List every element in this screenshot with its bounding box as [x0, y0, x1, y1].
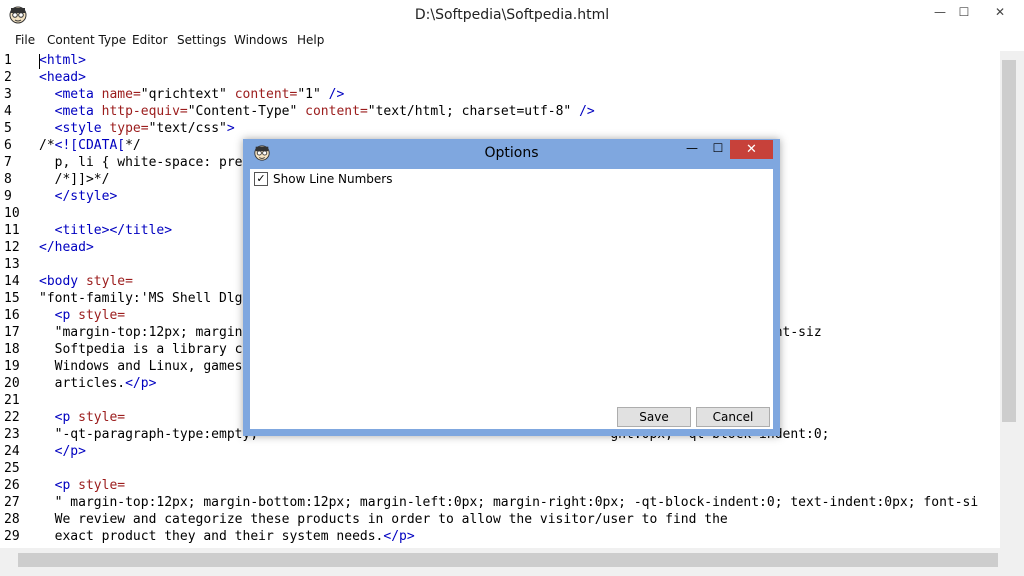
options-dialog: Options — ☐ ✕ ✓ Show Line Numbers Save C… [243, 139, 780, 436]
line-number: 15 [4, 291, 20, 306]
code-line[interactable]: Softpedia is a library c [39, 342, 243, 357]
save-button[interactable]: Save [617, 407, 691, 427]
code-line[interactable]: </p> [39, 444, 86, 459]
code-line[interactable]: <p style= [39, 410, 125, 425]
line-number: 29 [4, 529, 20, 544]
line-number: 25 [4, 461, 20, 476]
code-line[interactable]: <title></title> [39, 223, 172, 238]
code-line[interactable]: <meta http-equiv="Content-Type" content=… [39, 104, 595, 119]
text-caret [39, 54, 40, 69]
show-line-numbers-checkbox[interactable]: ✓ [254, 172, 268, 186]
code-line[interactable]: exact product they and their system need… [39, 529, 415, 544]
line-number: 4 [4, 104, 12, 119]
line-number: 17 [4, 325, 20, 340]
code-line[interactable]: <p style= [39, 478, 125, 493]
line-number: 8 [4, 172, 12, 187]
menu-windows[interactable]: Windows [234, 33, 288, 47]
line-number: 23 [4, 427, 20, 442]
line-number: 22 [4, 410, 20, 425]
horizontal-scroll-thumb[interactable] [18, 553, 998, 567]
line-number: 14 [4, 274, 20, 289]
code-line[interactable]: articles.</p> [39, 376, 157, 391]
line-number: 12 [4, 240, 20, 255]
menu-file[interactable]: File [15, 33, 35, 47]
code-line[interactable]: <meta name="qrichtext" content="1" /> [39, 87, 345, 102]
dialog-close-button[interactable]: ✕ [730, 140, 773, 159]
close-button[interactable]: ✕ [978, 2, 1022, 22]
menu-bar: File Content Type Editor Settings Window… [0, 31, 1024, 52]
code-line[interactable]: </head> [39, 240, 94, 255]
line-number: 5 [4, 121, 12, 136]
line-number: 2 [4, 70, 12, 85]
vertical-scroll-thumb[interactable] [1002, 60, 1016, 422]
cancel-button[interactable]: Cancel [696, 407, 770, 427]
line-number: 9 [4, 189, 12, 204]
line-number: 27 [4, 495, 20, 510]
line-number: 24 [4, 444, 20, 459]
line-number: 26 [4, 478, 20, 493]
code-line[interactable]: <body style= [39, 274, 133, 289]
line-number: 18 [4, 342, 20, 357]
menu-help[interactable]: Help [297, 33, 324, 47]
code-line[interactable]: <p style= [39, 308, 125, 323]
dialog-body: ✓ Show Line Numbers Save Cancel [250, 169, 773, 429]
code-line[interactable]: We review and categorize these products … [39, 512, 728, 527]
code-line[interactable]: " margin-top:12px; margin-bottom:12px; m… [39, 495, 979, 510]
code-line[interactable]: /*]]>*/ [39, 172, 110, 187]
code-line[interactable]: Windows and Linux, games [39, 359, 243, 374]
line-number: 1 [4, 53, 12, 68]
line-number: 7 [4, 155, 12, 170]
dialog-minimize-button[interactable]: — [683, 141, 701, 159]
line-number-gutter: 1 2 3 4 5 6 7 8 9 10 11 12 13 14 15 16 17 18 19 20 21 22 23 24 2… [0, 51, 34, 548]
menu-content-type[interactable]: Content Type [47, 33, 126, 47]
maximize-button[interactable]: ☐ [950, 2, 978, 22]
line-number: 11 [4, 223, 20, 238]
dialog-maximize-button[interactable]: ☐ [709, 141, 727, 159]
line-number: 10 [4, 206, 20, 221]
show-line-numbers-label[interactable]: Show Line Numbers [273, 172, 392, 186]
line-number: 6 [4, 138, 12, 153]
line-number: 3 [4, 87, 12, 102]
menu-settings[interactable]: Settings [177, 33, 226, 47]
code-line[interactable]: <style type="text/css"> [39, 121, 235, 136]
line-number: 13 [4, 257, 20, 272]
line-number: 16 [4, 308, 20, 323]
code-line[interactable]: "font-family:'MS Shell Dlg [39, 291, 243, 306]
code-line[interactable]: p, li { white-space: pre [39, 155, 243, 170]
code-line[interactable]: <head> [39, 70, 86, 85]
line-number: 19 [4, 359, 20, 374]
line-number: 28 [4, 512, 20, 527]
window-title: D:\Softpedia\Softpedia.html [414, 7, 610, 23]
code-line[interactable]: /*<![CDATA[*/ [39, 138, 141, 153]
line-number: 20 [4, 376, 20, 391]
code-line[interactable]: <html> [39, 53, 86, 68]
code-line[interactable]: </style> [39, 189, 118, 204]
menu-editor[interactable]: Editor [132, 33, 168, 47]
title-bar: D:\Softpedia\Softpedia.html — ☐ ✕ [0, 0, 1024, 31]
line-number: 21 [4, 393, 20, 408]
